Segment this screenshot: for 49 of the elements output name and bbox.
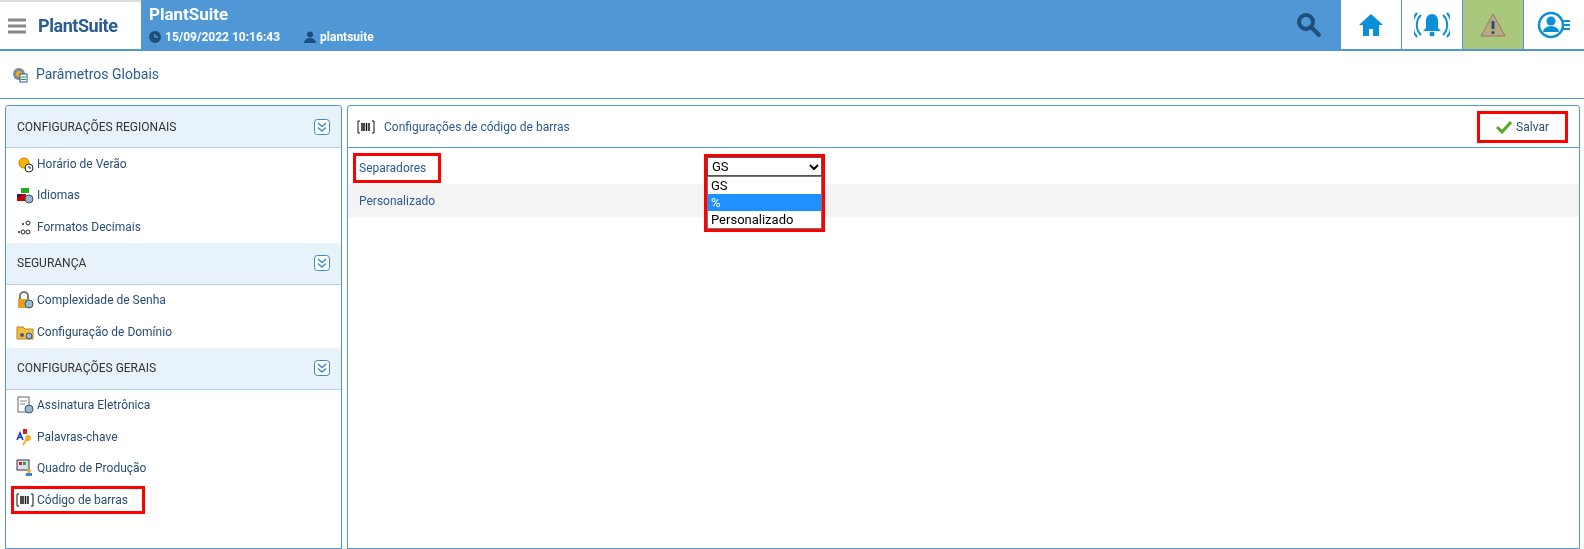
save-button[interactable]: Salvar	[1480, 113, 1565, 140]
warning-button[interactable]	[1462, 0, 1523, 49]
decimal-icon	[16, 217, 34, 236]
barcode-icon	[357, 117, 375, 136]
home-icon	[1358, 12, 1384, 37]
sidebar-item[interactable]: Idiomas	[14, 184, 83, 207]
field-label: Separadores	[356, 155, 439, 180]
warning-icon	[1480, 12, 1506, 37]
collapse-toggle-icon[interactable]	[314, 255, 330, 271]
sidebar-item[interactable]: Configuração de Domínio	[14, 320, 174, 343]
monitor-user-icon	[16, 459, 34, 478]
key-icon	[16, 427, 34, 446]
section-title: CONFIGURAÇÕES GERAIS	[17, 359, 157, 377]
separator-select[interactable]: GS	[707, 157, 822, 176]
user-name: plantsuite	[320, 28, 374, 46]
user-icon	[304, 30, 317, 43]
search-icon	[1295, 10, 1323, 39]
field-label: Personalizado	[358, 192, 437, 210]
clock-icon	[149, 30, 161, 43]
barcode-icon	[16, 490, 34, 509]
sidebar-item[interactable]: Palavras-chave	[14, 425, 120, 448]
dropdown-option[interactable]: GS	[708, 177, 821, 194]
collapse-toggle-icon[interactable]	[314, 360, 330, 376]
sun-clock-icon	[16, 154, 34, 173]
sidebar-item[interactable]: Complexidade de Senha	[14, 289, 168, 312]
date-time: 15/09/2022 10:16:43	[165, 28, 281, 46]
search-button[interactable]	[1278, 0, 1340, 49]
menu-icon[interactable]	[8, 17, 26, 34]
settings-sheet-icon	[12, 66, 28, 83]
sidebar-item[interactable]: Formatos Decimais	[14, 215, 143, 238]
app-title: PlantSuite	[149, 3, 230, 24]
sidebar-item[interactable]: Horário de Verão	[14, 152, 129, 175]
section-title: SEGURANÇA	[17, 255, 87, 272]
section-title: CONFIGURAÇÕES REGIONAIS	[17, 118, 177, 136]
document-gear-icon	[16, 396, 34, 415]
panel-title: Configurações de código de barras	[384, 118, 570, 136]
logo: PlantSuite	[38, 14, 118, 38]
sidebar-item[interactable]: Quadro de Produção	[14, 457, 149, 480]
user-menu-icon	[1537, 9, 1571, 40]
sidebar-item[interactable]: Assinatura Eletrônica	[14, 394, 153, 417]
chevron-down-icon	[809, 162, 819, 171]
lock-gear-icon	[16, 291, 34, 310]
alarm-bell-icon	[1414, 11, 1450, 38]
checkmark-icon	[1496, 119, 1513, 134]
flag-gear-icon	[16, 186, 34, 205]
sidebar-item[interactable]: Código de barras	[14, 488, 142, 511]
page-title: Parâmetros Globais	[36, 65, 160, 84]
collapse-toggle-icon[interactable]	[314, 118, 330, 135]
dropdown-option[interactable]: Personalizado	[708, 211, 821, 228]
